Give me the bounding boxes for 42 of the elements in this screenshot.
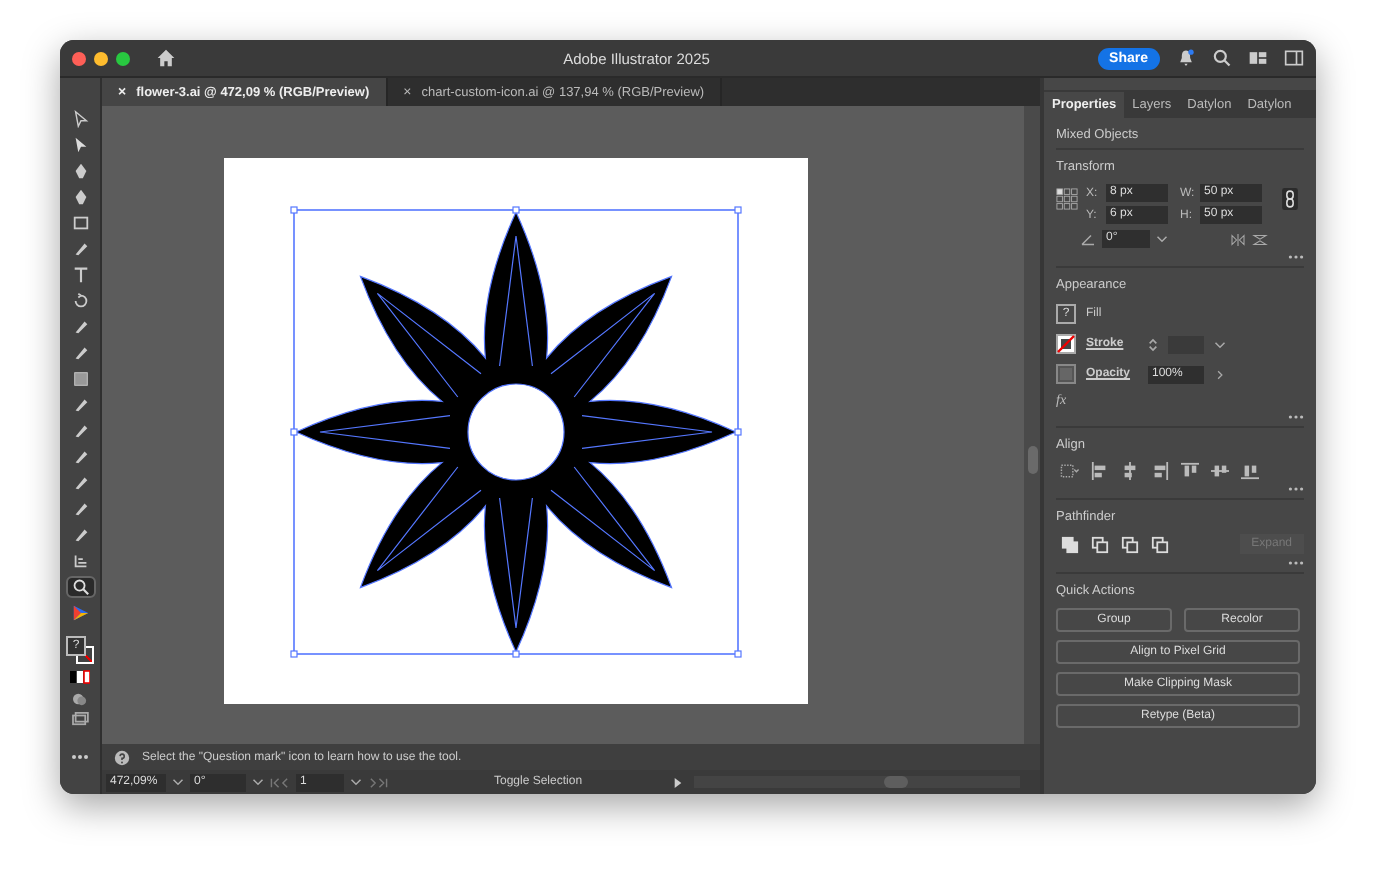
more-tools-icon[interactable] — [70, 749, 90, 763]
reference-point-icon[interactable] — [1056, 188, 1078, 210]
close-window-button[interactable] — [72, 51, 86, 65]
align-icon[interactable] — [1150, 462, 1170, 480]
first-previous-artboard-icon[interactable] — [270, 777, 290, 787]
help-icon[interactable] — [114, 749, 130, 765]
chevron-right-icon[interactable] — [1214, 369, 1226, 379]
layout-icon[interactable] — [1248, 48, 1268, 68]
more-options-icon[interactable] — [1288, 486, 1304, 492]
zoom-window-button[interactable] — [116, 51, 130, 65]
zoom-tool-icon[interactable] — [67, 577, 93, 596]
align-icon[interactable] — [1210, 462, 1230, 480]
home-icon[interactable] — [156, 48, 176, 68]
color-mode-icon[interactable] — [70, 670, 90, 684]
flip-horizontal-icon[interactable] — [1230, 233, 1246, 245]
link-icon[interactable] — [1282, 188, 1298, 210]
more-options-icon[interactable] — [1288, 414, 1304, 420]
chevron-down-icon[interactable] — [252, 778, 264, 786]
stepper-icon[interactable] — [1148, 335, 1158, 353]
flip-vertical-icon[interactable] — [1252, 233, 1268, 245]
next-last-artboard-icon[interactable] — [368, 777, 388, 787]
draw-mode-icon[interactable] — [70, 691, 90, 705]
minimize-window-button[interactable] — [94, 51, 108, 65]
chevron-down-icon[interactable] — [1214, 339, 1226, 349]
chevron-down-icon[interactable] — [350, 778, 362, 786]
align-icon[interactable] — [1120, 462, 1140, 480]
align-to-icon[interactable] — [1060, 462, 1080, 480]
bell-icon[interactable] — [1176, 48, 1196, 68]
stroke-swatch[interactable] — [1056, 334, 1076, 354]
more-options-icon[interactable] — [1288, 560, 1304, 566]
align-icon[interactable] — [1090, 462, 1110, 480]
chevron-down-icon[interactable] — [1156, 234, 1168, 244]
search-icon[interactable] — [1212, 48, 1232, 68]
vertical-scrollbar[interactable] — [1024, 106, 1040, 744]
chevron-down-icon[interactable] — [172, 778, 184, 786]
more-options-icon[interactable] — [1288, 254, 1304, 260]
align-icon[interactable] — [1180, 462, 1200, 480]
screen-mode-icon[interactable] — [70, 712, 90, 726]
panel-toggle-icon[interactable] — [1284, 48, 1304, 68]
align-icon[interactable] — [1240, 462, 1260, 480]
angle-icon — [1080, 233, 1096, 245]
horizontal-scrollbar[interactable] — [694, 776, 1020, 788]
